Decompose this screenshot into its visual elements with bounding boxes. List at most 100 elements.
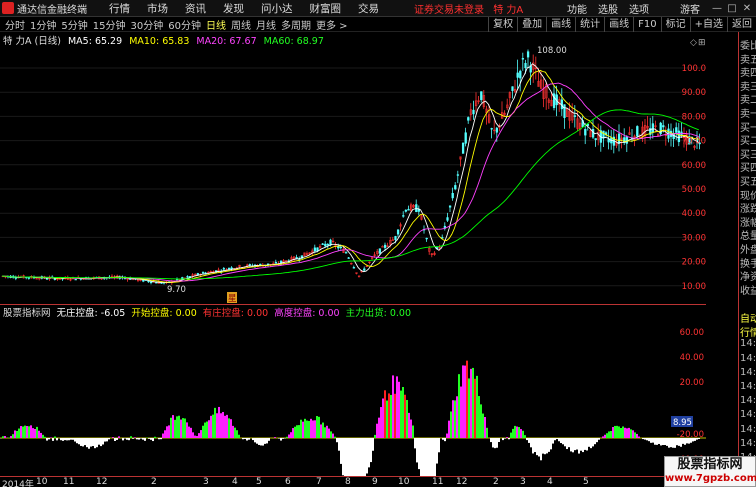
- indicator-bar: [444, 438, 446, 442]
- indicator-bar: [612, 427, 614, 438]
- indicator-bar: [56, 438, 58, 441]
- indicator-bar: [172, 415, 174, 438]
- period-1min[interactable]: 1分钟: [30, 17, 56, 32]
- menu-zixun[interactable]: 资讯: [185, 1, 206, 16]
- indicator-current: 8.95: [673, 418, 692, 428]
- indicator-bar: [622, 426, 624, 438]
- menu-bar: 通达信金融终端 行情 市场 资讯 发现 问小达 财富圈 交易 证券交易未登录 特…: [0, 0, 756, 17]
- indicator-bar: [594, 438, 596, 445]
- tool-biaoji[interactable]: 标记: [660, 17, 690, 32]
- tool-fuquan[interactable]: 复权: [488, 17, 517, 32]
- settings-icon[interactable]: ◇: [690, 38, 697, 48]
- close-icon[interactable]: ✕: [741, 3, 753, 14]
- price-tick: 50.00: [682, 185, 706, 195]
- side-label: 14:50: [740, 395, 756, 407]
- candle-body: [396, 229, 400, 235]
- candle-body: [201, 272, 205, 274]
- price-axis: 100.0 90.00 80.00 70.00 60.00 50.00 40.00 30.00…: [682, 64, 706, 292]
- indicator-bar: [638, 436, 640, 438]
- tool-zixuan[interactable]: +自选: [689, 17, 727, 32]
- period-more[interactable]: 更多 >: [316, 17, 348, 32]
- period-30min[interactable]: 30分钟: [130, 17, 163, 32]
- indicator-tick: 60.00: [680, 328, 704, 338]
- maximize-icon[interactable]: □: [726, 3, 738, 14]
- indicator-bar: [326, 425, 328, 438]
- tool-huaxian2[interactable]: 画线: [604, 17, 633, 32]
- menu-xuanxiang[interactable]: 选项: [629, 1, 649, 16]
- period-multi[interactable]: 多周期: [281, 17, 311, 32]
- candle-body: [404, 209, 408, 212]
- period-fenshi[interactable]: 分时: [5, 17, 25, 32]
- indicator-bar: [344, 438, 346, 476]
- menu-jiaoyi[interactable]: 交易: [358, 1, 379, 16]
- indicator-bar: [32, 428, 34, 438]
- menu-xuangu[interactable]: 选股: [598, 1, 618, 16]
- period-5min[interactable]: 5分钟: [61, 17, 87, 32]
- minimize-icon[interactable]: —: [711, 3, 723, 14]
- menu-faxian[interactable]: 发现: [223, 1, 244, 16]
- indicator-bar: [510, 432, 512, 438]
- indicator-bar: [280, 438, 282, 441]
- tool-fanhui[interactable]: 返回: [727, 17, 756, 32]
- period-daily[interactable]: 日线: [206, 17, 226, 32]
- indicator-bar: [274, 437, 276, 438]
- time-axis-tick: 12: [96, 477, 108, 487]
- indicator-bar: [542, 438, 544, 454]
- indicator-bar: [246, 438, 248, 441]
- tool-f10[interactable]: F10: [633, 17, 660, 32]
- period-15min[interactable]: 15分钟: [93, 17, 126, 32]
- indicator-bar: [88, 438, 90, 449]
- indicator-bar: [474, 378, 476, 438]
- menu-wenxiaoda[interactable]: 问小达: [261, 1, 293, 16]
- candle-body: [651, 123, 655, 133]
- indicator-bar: [124, 438, 126, 439]
- indicator-bar: [518, 427, 520, 438]
- tool-diejia[interactable]: 叠加: [517, 17, 546, 32]
- login-notice[interactable]: 证券交易未登录 特 力A: [414, 1, 523, 16]
- indicator-bar: [44, 436, 46, 438]
- indicator-bar: [588, 438, 590, 447]
- menu-caifuquan[interactable]: 财富圈: [310, 1, 342, 16]
- indicator-bar: [202, 425, 204, 438]
- indicator-bar: [526, 438, 528, 441]
- tool-tongji[interactable]: 统计: [575, 17, 604, 32]
- indicator-bar: [442, 438, 444, 440]
- indicator-bar: [490, 438, 492, 443]
- menu-hangqing[interactable]: 行情: [109, 1, 130, 16]
- indicator-bar: [308, 420, 310, 438]
- indicator-bar: [592, 438, 594, 447]
- indicator-bar: [200, 430, 202, 438]
- indicator-bar: [524, 435, 526, 438]
- indicator-bar: [572, 438, 574, 453]
- candle-body: [662, 125, 665, 128]
- time-axis-tick: 11: [432, 477, 444, 487]
- indicator-bar: [278, 438, 280, 439]
- period-60min[interactable]: 60分钟: [168, 17, 201, 32]
- indicator-bar: [576, 438, 578, 450]
- user-label[interactable]: 游客: [680, 1, 700, 16]
- indicator-bar: [482, 413, 484, 438]
- stock-tag: 特 力A: [493, 4, 524, 16]
- indicator-bar: [190, 427, 192, 438]
- menu-shichang[interactable]: 市场: [147, 1, 168, 16]
- indicator-bar: [570, 438, 572, 452]
- event-marker[interactable]: 星: [228, 294, 237, 304]
- indicator-bar: [298, 425, 300, 438]
- indicator-bar: [388, 393, 390, 438]
- candlestick-chart[interactable]: 100.0 90.00 80.00 70.00 60.00 50.00 40.00 30.00…: [0, 32, 706, 304]
- indicator-bar: [10, 436, 12, 438]
- ma-line-10: [1, 69, 699, 283]
- indicator-bar: [82, 438, 84, 447]
- menu-gongneng[interactable]: 功能: [567, 1, 587, 16]
- period-monthly[interactable]: 月线: [256, 17, 276, 32]
- indicator-bar: [386, 400, 388, 438]
- collapse-icon[interactable]: ⊞: [698, 38, 706, 48]
- period-weekly[interactable]: 周线: [231, 17, 251, 32]
- indicator-bar: [636, 433, 638, 438]
- indicator-chart[interactable]: 60.0040.0020.00-20.00-40.00 8.95: [0, 304, 706, 476]
- candle-body: [313, 247, 317, 252]
- tool-huaxian1[interactable]: 画线: [546, 17, 575, 32]
- candle-body: [675, 127, 678, 133]
- indicator-bar: [168, 425, 170, 438]
- indicator-bar: [418, 438, 420, 470]
